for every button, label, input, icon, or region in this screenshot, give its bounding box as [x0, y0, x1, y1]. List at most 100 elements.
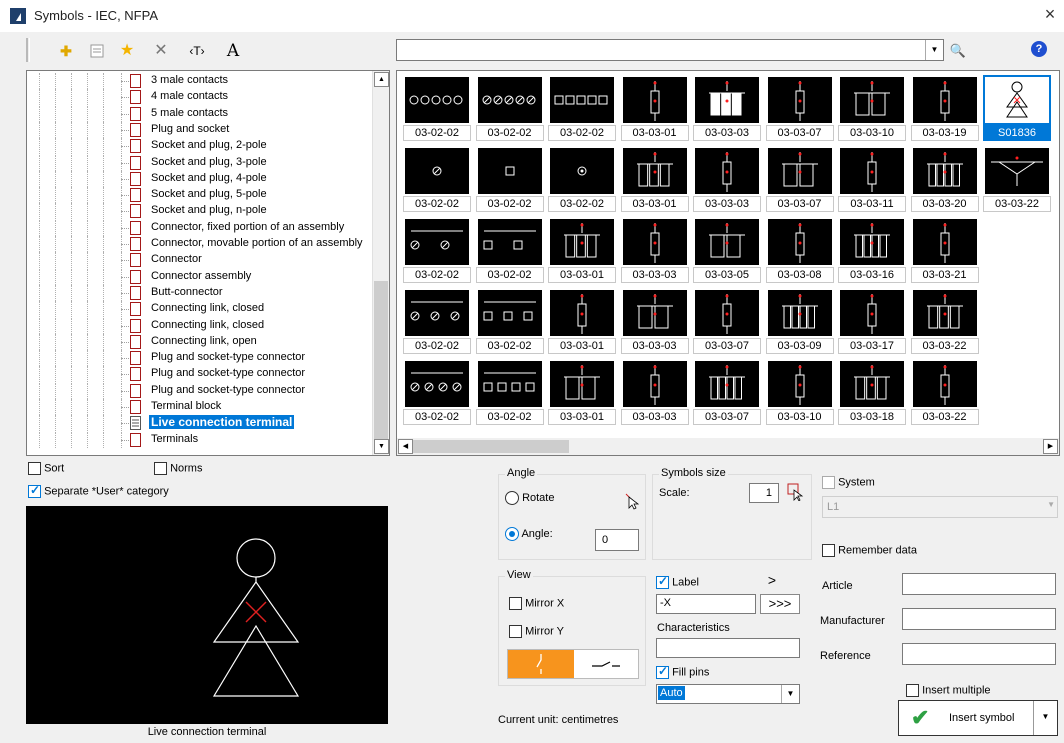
- tree-item[interactable]: Socket and plug, 4-pole: [27, 170, 371, 187]
- symbol-tile[interactable]: 03-03-03: [620, 359, 689, 425]
- symbol-tile[interactable]: 03-03-22: [910, 359, 979, 425]
- symbol-tile[interactable]: 03-02-02: [403, 75, 471, 141]
- tree-item[interactable]: 4 male contacts: [27, 89, 371, 106]
- system-option[interactable]: System: [822, 476, 875, 489]
- symbol-tile[interactable]: 03-03-01: [548, 217, 616, 283]
- symbol-tile[interactable]: S01836: [983, 75, 1051, 141]
- symbol-tile[interactable]: 03-03-07: [765, 75, 834, 141]
- delete-icon[interactable]: ✕: [150, 40, 172, 62]
- insert-multiple-checkbox[interactable]: [906, 684, 919, 697]
- symbol-tile[interactable]: 03-02-02: [475, 288, 544, 354]
- tree-item[interactable]: Socket and plug, n-pole: [27, 203, 371, 220]
- symbol-tile[interactable]: 03-02-02: [548, 75, 616, 141]
- symbol-tile[interactable]: 03-02-02: [475, 217, 544, 283]
- fill-pins-option[interactable]: Fill pins: [656, 664, 709, 679]
- symbol-tile[interactable]: 03-03-16: [838, 217, 906, 283]
- mirror-x-checkbox[interactable]: [509, 597, 522, 610]
- close-icon[interactable]: ×: [1040, 4, 1060, 25]
- remember-data-option[interactable]: Remember data: [822, 544, 917, 557]
- symbol-tile[interactable]: 03-03-07: [693, 288, 761, 354]
- tree-item[interactable]: Connector: [27, 252, 371, 269]
- symbol-tile[interactable]: 03-03-22: [983, 146, 1051, 212]
- separate-checkbox[interactable]: [28, 483, 41, 498]
- angle-input[interactable]: 0: [595, 529, 639, 551]
- star-icon[interactable]: ★: [116, 40, 138, 62]
- view-horizontal-button[interactable]: [574, 650, 638, 678]
- tree-item[interactable]: Connecting link, open: [27, 333, 371, 350]
- help-icon[interactable]: ?: [1031, 41, 1047, 57]
- scroll-down-icon[interactable]: ▼: [374, 439, 389, 454]
- symbol-tile[interactable]: 03-02-02: [475, 359, 544, 425]
- sort-checkbox[interactable]: [28, 462, 41, 475]
- tree-item[interactable]: Live connection terminal: [27, 415, 371, 432]
- scale-pick-icon[interactable]: [787, 483, 805, 504]
- tree-item[interactable]: Socket and plug, 3-pole: [27, 154, 371, 171]
- symbol-tile[interactable]: 03-03-18: [838, 359, 906, 425]
- symbol-tile[interactable]: 03-03-03: [693, 75, 761, 141]
- manufacturer-input[interactable]: [902, 608, 1056, 630]
- insert-symbol-button[interactable]: ✔ Insert symbol ▼: [898, 700, 1058, 736]
- sort-option[interactable]: Sort: [28, 462, 64, 475]
- label-option[interactable]: Label: [656, 574, 699, 589]
- rotate-option[interactable]: Rotate: [505, 491, 554, 505]
- separate-option[interactable]: Separate *User* category: [28, 483, 169, 498]
- tree-item[interactable]: Plug and socket: [27, 121, 371, 138]
- system-checkbox[interactable]: [822, 476, 835, 489]
- insert-multiple-option[interactable]: Insert multiple: [906, 684, 991, 697]
- scroll-up-icon[interactable]: ▲: [374, 72, 389, 87]
- search-icon[interactable]: 🔍: [947, 40, 969, 62]
- chevron-down-icon[interactable]: ▼: [1047, 500, 1055, 509]
- symbol-tile[interactable]: 03-03-19: [910, 75, 979, 141]
- label-checkbox[interactable]: [656, 574, 669, 589]
- article-input[interactable]: [902, 573, 1056, 595]
- symbol-tile[interactable]: 03-03-08: [765, 217, 834, 283]
- search-combo[interactable]: ▼: [396, 39, 944, 61]
- scroll-thumb[interactable]: [374, 281, 388, 441]
- symbol-tile[interactable]: 03-03-01: [620, 146, 689, 212]
- mirror-x-option[interactable]: Mirror X: [509, 597, 564, 610]
- symbol-tile[interactable]: 03-02-02: [548, 146, 616, 212]
- symbol-tree[interactable]: 3 male contacts 4 male contacts 5 male con…: [26, 70, 390, 456]
- symbol-tile[interactable]: 03-02-02: [403, 359, 471, 425]
- symbol-tile[interactable]: 03-03-07: [765, 146, 834, 212]
- next-all-label-button[interactable]: >>>: [760, 594, 800, 614]
- symbol-tile[interactable]: 03-03-10: [838, 75, 906, 141]
- fill-pins-checkbox[interactable]: [656, 664, 669, 679]
- symbol-tile[interactable]: 03-03-03: [693, 146, 761, 212]
- symbol-tile[interactable]: 03-03-07: [693, 359, 761, 425]
- toolbar-grip[interactable]: [26, 38, 30, 62]
- system-select[interactable]: L1 ▼: [822, 496, 1058, 518]
- scroll-right-icon[interactable]: ▶: [1043, 439, 1058, 454]
- norms-option[interactable]: Norms: [154, 462, 202, 475]
- chevron-down-icon[interactable]: ▼: [781, 685, 799, 703]
- tree-item[interactable]: 5 male contacts: [27, 105, 371, 122]
- gallery-scrollbar[interactable]: ◀ ▶: [397, 438, 1059, 455]
- add-icon[interactable]: ✚: [55, 40, 77, 62]
- symbol-tile[interactable]: 03-03-01: [620, 75, 689, 141]
- tree-scrollbar[interactable]: ▲ ▼: [372, 71, 389, 455]
- angle-radio[interactable]: [505, 527, 519, 541]
- symbol-tile[interactable]: 03-03-17: [838, 288, 906, 354]
- rotate-radio[interactable]: [505, 491, 519, 505]
- tree-item[interactable]: Plug and socket-type connector: [27, 382, 371, 399]
- symbol-tile[interactable]: 03-03-01: [548, 288, 616, 354]
- tree-item[interactable]: Connecting link, closed: [27, 301, 371, 318]
- tree-item[interactable]: Terminal block: [27, 399, 371, 415]
- text-icon[interactable]: ‹T›: [186, 40, 208, 62]
- insert-dropdown-icon[interactable]: ▼: [1033, 701, 1057, 735]
- symbol-tile[interactable]: 03-02-02: [475, 146, 544, 212]
- tree-item[interactable]: Butt-connector: [27, 284, 371, 301]
- symbol-tile[interactable]: 03-03-09: [765, 288, 834, 354]
- label-input[interactable]: -X: [656, 594, 756, 614]
- scale-input[interactable]: 1: [749, 483, 779, 503]
- mirror-y-option[interactable]: Mirror Y: [509, 625, 564, 638]
- symbol-tile[interactable]: 03-03-11: [838, 146, 906, 212]
- symbol-tile[interactable]: 03-03-01: [548, 359, 616, 425]
- symbol-gallery[interactable]: 03-02-02 03-02-02 03-02-02 03-03-01 03-03-03…: [396, 70, 1060, 456]
- tree-item[interactable]: Connector, fixed portion of an assembly: [27, 219, 371, 236]
- tree-item[interactable]: Plug and socket-type connector: [27, 350, 371, 367]
- symbol-tile[interactable]: 03-02-02: [403, 217, 471, 283]
- symbol-tile[interactable]: 03-03-22: [910, 288, 979, 354]
- symbol-tile[interactable]: 03-03-10: [765, 359, 834, 425]
- tree-item[interactable]: Connecting link, closed: [27, 317, 371, 334]
